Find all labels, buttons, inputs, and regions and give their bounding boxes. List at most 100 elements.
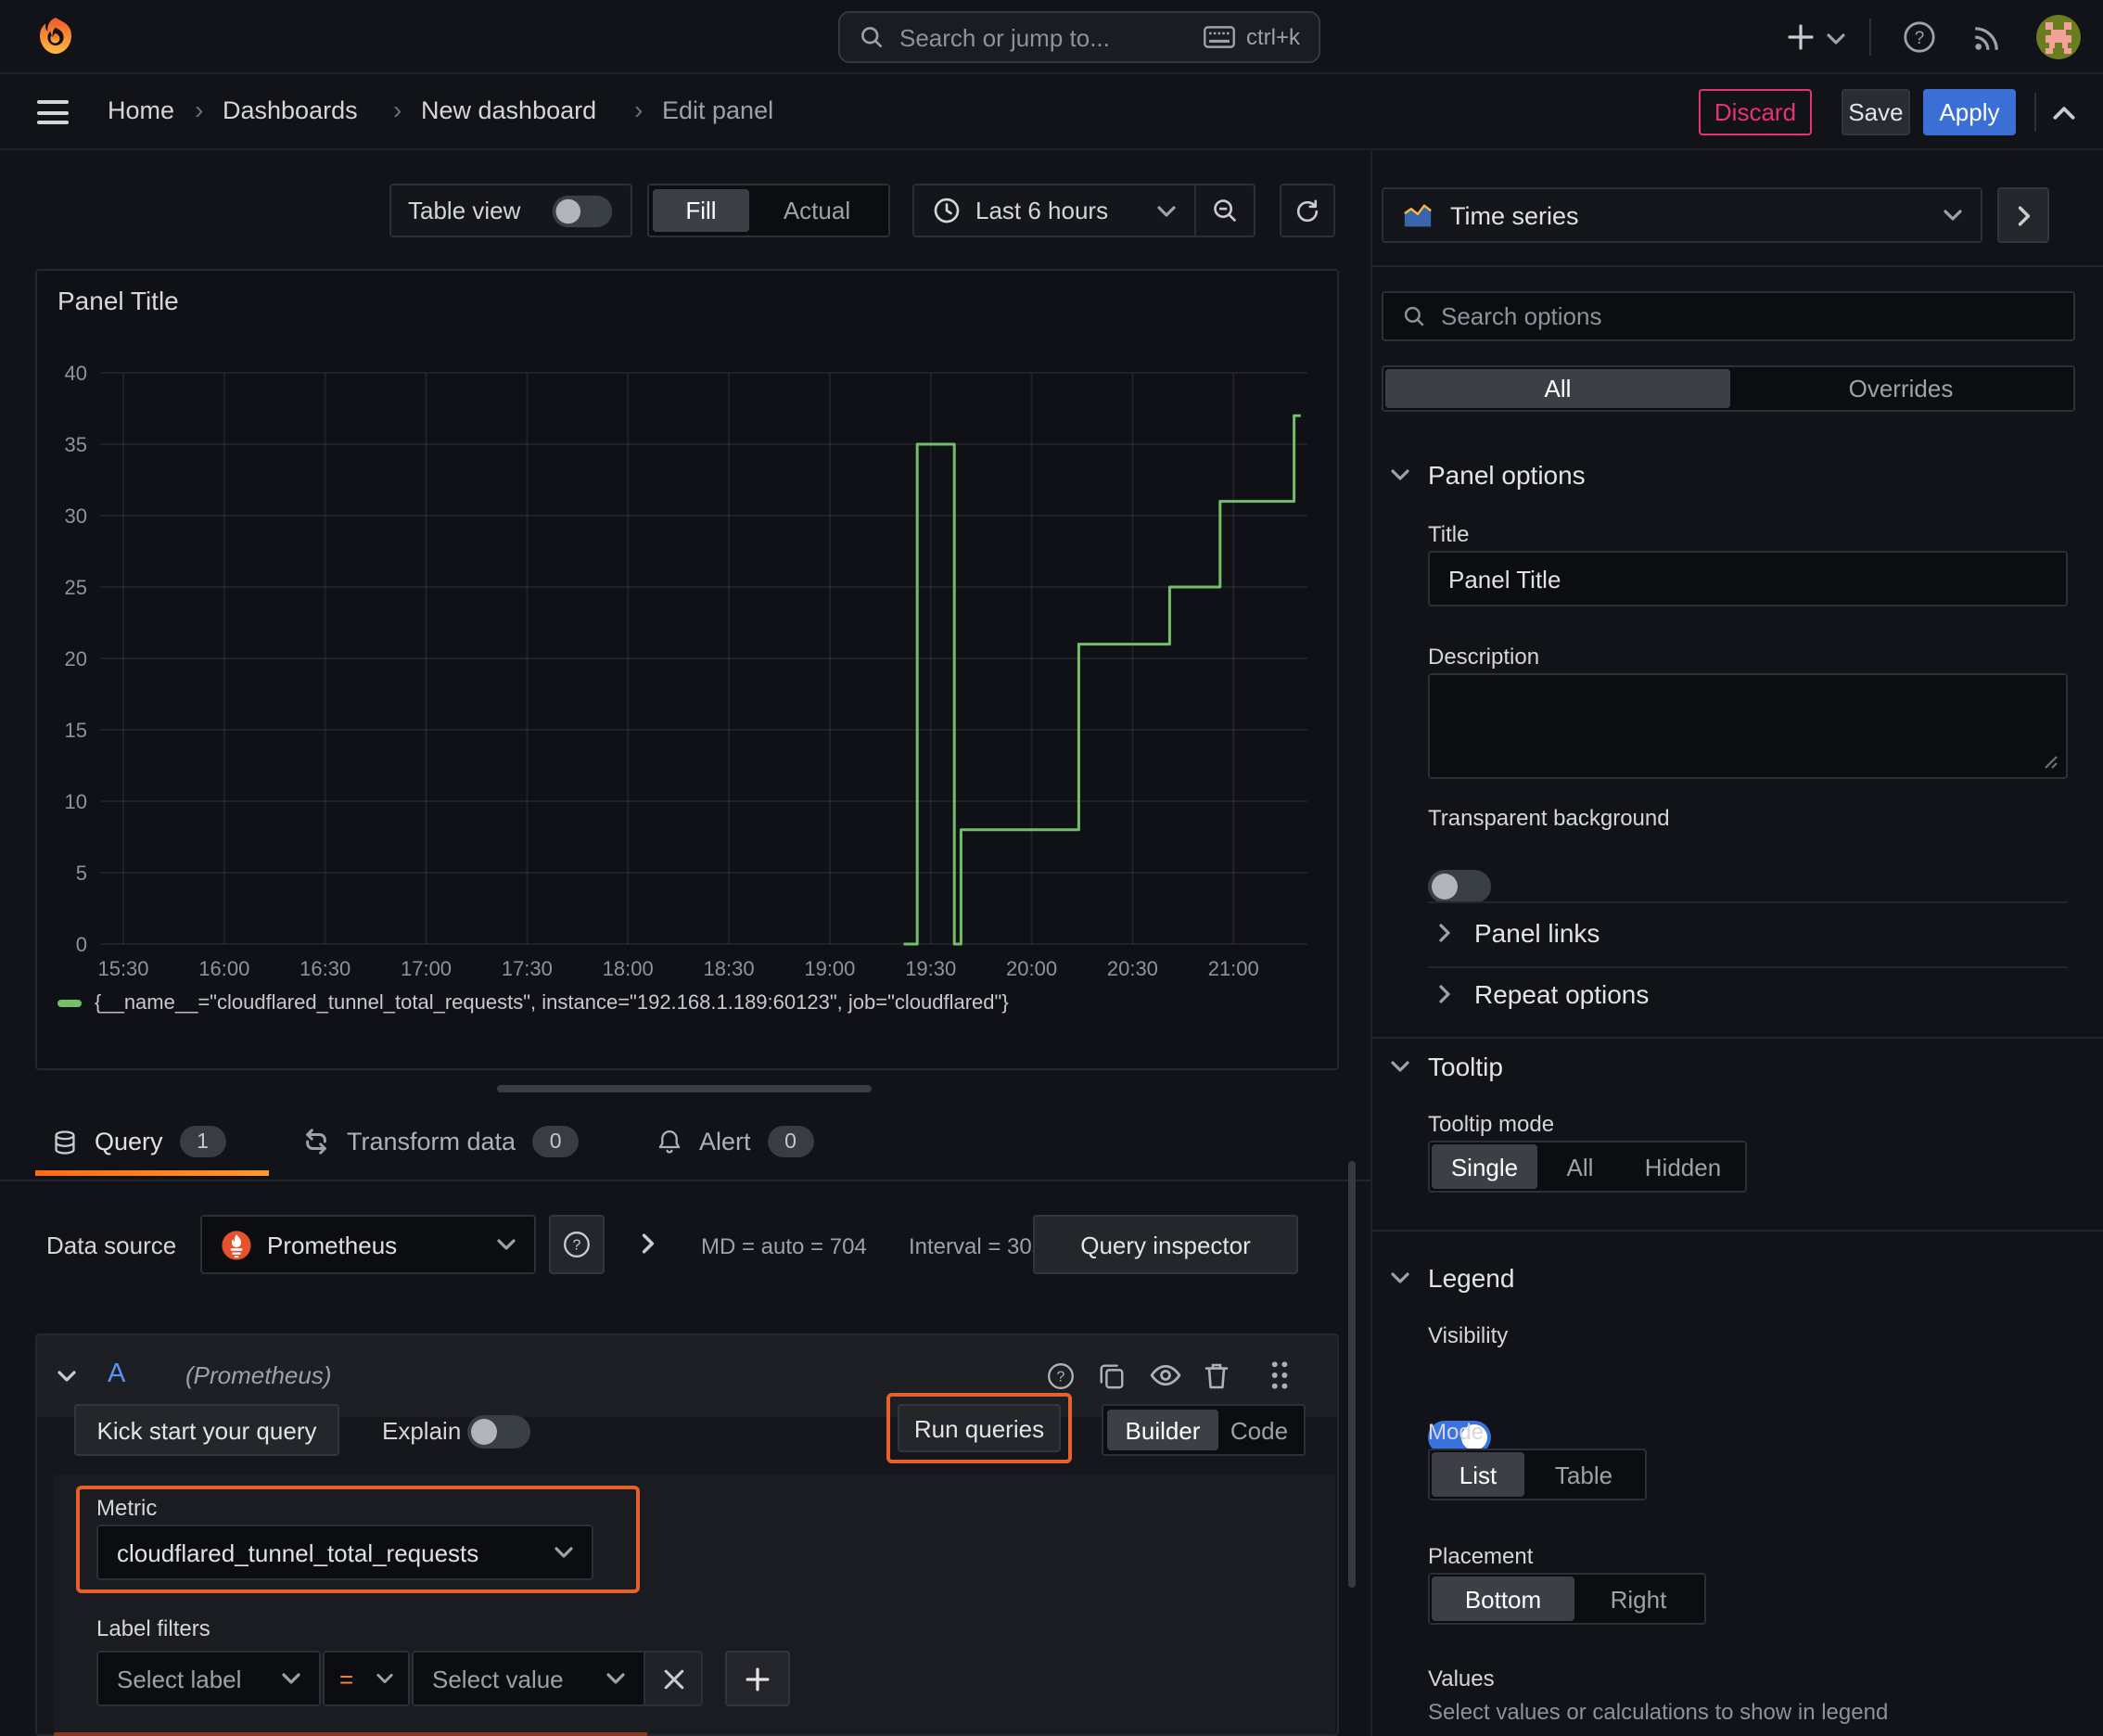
- svg-text:19:00: 19:00: [804, 957, 855, 980]
- select-value-dropdown[interactable]: Select value: [412, 1651, 703, 1706]
- sub-divider: [1428, 901, 2068, 903]
- chevron-down-icon: [1391, 1272, 1409, 1283]
- builder-code-group: Builder Code: [1102, 1404, 1306, 1456]
- breadcrumb-dashboards[interactable]: Dashboards: [223, 96, 358, 124]
- collapse-options-chevron-up-icon[interactable]: [2051, 104, 2077, 121]
- query-collapse-chevron-icon[interactable]: [56, 1369, 78, 1384]
- chevron-down-icon: [1944, 210, 1962, 221]
- svg-text:17:30: 17:30: [502, 957, 553, 980]
- svg-text:16:30: 16:30: [300, 957, 350, 980]
- legend-table-option[interactable]: Table: [1524, 1461, 1643, 1488]
- actual-option[interactable]: Actual: [749, 197, 885, 224]
- apply-button[interactable]: Apply: [1923, 89, 2016, 135]
- menu-hamburger-icon[interactable]: [37, 100, 69, 124]
- search-options-input[interactable]: Search options: [1382, 291, 2075, 341]
- code-option[interactable]: Code: [1218, 1416, 1300, 1444]
- tab-all[interactable]: All: [1385, 369, 1730, 408]
- panel-title-input[interactable]: Panel Title: [1428, 551, 2068, 606]
- datasource-value: Prometheus: [267, 1231, 398, 1258]
- chevron-right-icon: [1439, 985, 1450, 1003]
- zoom-out-time-icon[interactable]: [1196, 185, 1254, 236]
- breadcrumb-edit-panel: Edit panel: [662, 96, 774, 124]
- kick-start-query-button[interactable]: Kick start your query: [74, 1404, 339, 1456]
- duplicate-query-icon[interactable]: [1096, 1359, 1128, 1391]
- editor-vertical-scrollbar[interactable]: [1348, 1161, 1356, 1588]
- tabs-divider: [0, 1180, 1370, 1181]
- panel-options-header[interactable]: Panel options: [1391, 460, 1586, 490]
- grafana-logo[interactable]: [33, 15, 78, 59]
- breadcrumb-new-dashboard[interactable]: New dashboard: [421, 96, 596, 124]
- tooltip-header[interactable]: Tooltip: [1391, 1052, 1503, 1081]
- user-avatar[interactable]: [2036, 15, 2081, 59]
- transparent-background-label: Transparent background: [1428, 805, 1670, 831]
- svg-text:25: 25: [65, 576, 87, 599]
- resize-handle-icon[interactable]: [2044, 755, 2058, 770]
- save-button[interactable]: Save: [1842, 89, 1910, 135]
- run-queries-button[interactable]: Run queries: [898, 1404, 1061, 1452]
- query-options-expander-chevron-icon[interactable]: [638, 1230, 656, 1256]
- datasource-picker[interactable]: Prometheus: [200, 1215, 536, 1274]
- legend-list-option[interactable]: List: [1432, 1452, 1524, 1497]
- refresh-button[interactable]: [1280, 184, 1335, 237]
- select-label-dropdown[interactable]: Select label: [96, 1651, 321, 1706]
- tab-query[interactable]: Query 1: [52, 1126, 226, 1157]
- tab-transform-data[interactable]: Transform data 0: [302, 1126, 580, 1157]
- fill-option[interactable]: Fill: [653, 189, 749, 232]
- tab-query-label: Query: [95, 1128, 163, 1155]
- chevron-down-icon: [497, 1239, 516, 1250]
- chart-legend-item[interactable]: {__name__="cloudflared_tunnel_total_requ…: [57, 992, 1009, 1015]
- legend-section-header[interactable]: Legend: [1391, 1263, 1514, 1293]
- svg-text:?: ?: [1915, 29, 1925, 48]
- toggle-viz-picker-button[interactable]: [1997, 187, 2049, 243]
- legend-section-label: Legend: [1428, 1263, 1515, 1293]
- panel-resize-scrollbar[interactable]: [497, 1085, 872, 1092]
- breadcrumb-home[interactable]: Home: [108, 96, 174, 124]
- operator-value: =: [339, 1665, 354, 1692]
- visualization-picker[interactable]: Time series: [1382, 187, 1982, 243]
- tab-alert-count: 0: [767, 1126, 814, 1157]
- legend-placement-group: Bottom Right: [1428, 1573, 1706, 1625]
- operator-dropdown[interactable]: =: [323, 1651, 410, 1706]
- add-filter-button[interactable]: [725, 1651, 790, 1706]
- tab-overrides[interactable]: Overrides: [1730, 375, 2071, 402]
- search-icon: [1402, 304, 1426, 328]
- new-dropdown-chevron-icon[interactable]: [1825, 32, 1847, 46]
- drag-query-grip-icon[interactable]: [1265, 1359, 1291, 1391]
- table-view-toggle[interactable]: [552, 194, 613, 227]
- panel-links-header[interactable]: Panel links: [1439, 918, 1600, 948]
- builder-option[interactable]: Builder: [1107, 1410, 1218, 1450]
- query-datasource-hint: (Prometheus): [185, 1361, 332, 1389]
- chevron-down-icon: [282, 1673, 300, 1684]
- help-icon[interactable]: ?: [1903, 20, 1936, 54]
- news-rss-icon[interactable]: [1969, 20, 2003, 54]
- placement-bottom-option[interactable]: Bottom: [1432, 1576, 1574, 1621]
- explain-toggle[interactable]: [467, 1415, 530, 1449]
- discard-button[interactable]: Discard: [1699, 89, 1812, 135]
- metric-select[interactable]: cloudflared_tunnel_total_requests: [96, 1525, 593, 1580]
- remove-filter-icon[interactable]: [644, 1653, 701, 1704]
- search-options-placeholder: Search options: [1441, 302, 1602, 330]
- transparent-background-toggle[interactable]: [1428, 870, 1491, 903]
- chevron-down-icon: [606, 1673, 625, 1684]
- tooltip-single-option[interactable]: Single: [1432, 1144, 1537, 1189]
- panel-links-label: Panel links: [1474, 918, 1600, 948]
- description-textarea[interactable]: [1428, 673, 2068, 779]
- repeat-options-header[interactable]: Repeat options: [1439, 979, 1649, 1009]
- query-inspector-button[interactable]: Query inspector: [1033, 1215, 1298, 1274]
- tooltip-all-option[interactable]: All: [1537, 1153, 1623, 1181]
- time-range-control: Last 6 hours: [912, 184, 1255, 237]
- placement-right-option[interactable]: Right: [1574, 1585, 1702, 1613]
- search-placeholder: Search or jump to...: [899, 23, 1110, 51]
- time-range-picker[interactable]: Last 6 hours: [914, 197, 1194, 224]
- svg-text:?: ?: [1056, 1369, 1064, 1385]
- global-search-input[interactable]: Search or jump to... ctrl+k: [838, 11, 1320, 63]
- max-data-points-stat: MD = auto = 704: [701, 1233, 867, 1259]
- tab-alert[interactable]: Alert 0: [656, 1126, 814, 1157]
- new-plus-button[interactable]: [1784, 20, 1817, 54]
- delete-query-trash-icon[interactable]: [1202, 1359, 1230, 1391]
- datasource-help-button[interactable]: ?: [549, 1215, 605, 1274]
- query-help-icon[interactable]: ?: [1044, 1359, 1076, 1391]
- hide-query-eye-icon[interactable]: [1148, 1361, 1181, 1389]
- tooltip-hidden-option[interactable]: Hidden: [1623, 1153, 1743, 1181]
- breadcrumb-separator: ›: [195, 95, 204, 124]
